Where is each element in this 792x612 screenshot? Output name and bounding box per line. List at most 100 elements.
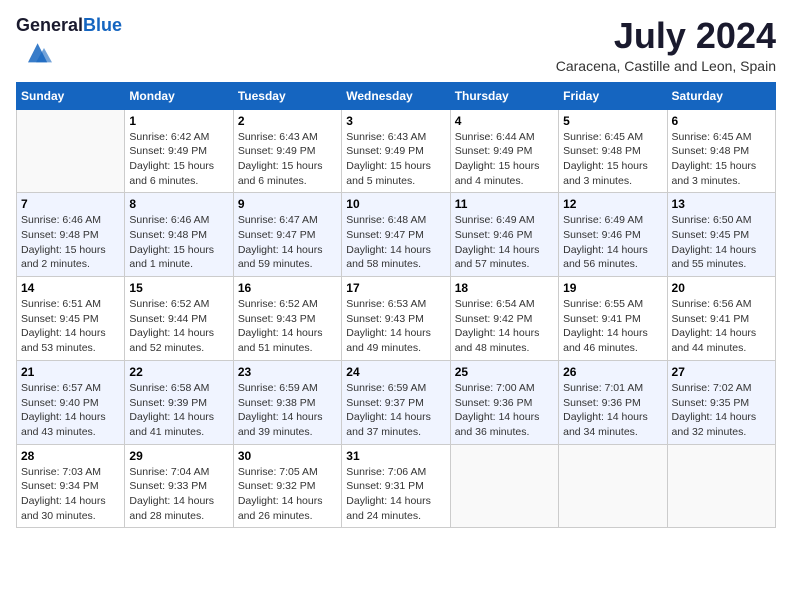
calendar-cell: 3 Sunrise: 6:43 AMSunset: 9:49 PMDaylight…	[342, 109, 450, 193]
weekday-friday: Friday	[559, 82, 667, 109]
logo-icon	[20, 36, 52, 68]
day-info: Sunrise: 6:48 AMSunset: 9:47 PMDaylight:…	[346, 213, 445, 272]
day-info: Sunrise: 6:46 AMSunset: 9:48 PMDaylight:…	[21, 213, 120, 272]
calendar-cell	[450, 444, 558, 528]
day-info: Sunrise: 7:03 AMSunset: 9:34 PMDaylight:…	[21, 465, 120, 524]
day-number: 12	[563, 197, 662, 211]
calendar-cell: 14 Sunrise: 6:51 AMSunset: 9:45 PMDayligh…	[17, 277, 125, 361]
day-number: 23	[238, 365, 337, 379]
day-info: Sunrise: 6:52 AMSunset: 9:44 PMDaylight:…	[129, 297, 228, 356]
calendar-cell: 31 Sunrise: 7:06 AMSunset: 9:31 PMDayligh…	[342, 444, 450, 528]
week-row-2: 7 Sunrise: 6:46 AMSunset: 9:48 PMDaylight…	[17, 193, 776, 277]
day-number: 19	[563, 281, 662, 295]
calendar-cell: 2 Sunrise: 6:43 AMSunset: 9:49 PMDaylight…	[233, 109, 341, 193]
day-info: Sunrise: 6:42 AMSunset: 9:49 PMDaylight:…	[129, 130, 228, 189]
day-number: 26	[563, 365, 662, 379]
day-number: 28	[21, 449, 120, 463]
day-info: Sunrise: 7:02 AMSunset: 9:35 PMDaylight:…	[672, 381, 771, 440]
calendar-cell: 29Sunrise: 7:04 AMSunset: 9:33 PMDayligh…	[125, 444, 233, 528]
day-number: 15	[129, 281, 228, 295]
day-info: Sunrise: 7:05 AMSunset: 9:32 PMDaylight:…	[238, 465, 337, 524]
day-info: Sunrise: 6:44 AMSunset: 9:49 PMDaylight:…	[455, 130, 554, 189]
day-number: 7	[21, 197, 120, 211]
calendar-cell: 7 Sunrise: 6:46 AMSunset: 9:48 PMDaylight…	[17, 193, 125, 277]
day-info: Sunrise: 6:43 AMSunset: 9:49 PMDaylight:…	[346, 130, 445, 189]
calendar-cell: 1 Sunrise: 6:42 AMSunset: 9:49 PMDaylight…	[125, 109, 233, 193]
day-info: Sunrise: 7:06 AMSunset: 9:31 PMDaylight:…	[346, 465, 445, 524]
week-row-4: 21 Sunrise: 6:57 AMSunset: 9:40 PMDayligh…	[17, 360, 776, 444]
day-info: Sunrise: 6:46 AMSunset: 9:48 PMDaylight:…	[129, 213, 228, 272]
day-number: 20	[672, 281, 771, 295]
day-info: Sunrise: 6:57 AMSunset: 9:40 PMDaylight:…	[21, 381, 120, 440]
day-info: Sunrise: 6:52 AMSunset: 9:43 PMDaylight:…	[238, 297, 337, 356]
calendar-cell: 24Sunrise: 6:59 AMSunset: 9:37 PMDayligh…	[342, 360, 450, 444]
day-number: 17	[346, 281, 445, 295]
calendar-cell: 8 Sunrise: 6:46 AMSunset: 9:48 PMDaylight…	[125, 193, 233, 277]
weekday-sunday: Sunday	[17, 82, 125, 109]
day-number: 8	[129, 197, 228, 211]
calendar-cell: 26 Sunrise: 7:01 AMSunset: 9:36 PMDayligh…	[559, 360, 667, 444]
day-info: Sunrise: 6:50 AMSunset: 9:45 PMDaylight:…	[672, 213, 771, 272]
day-info: Sunrise: 6:58 AMSunset: 9:39 PMDaylight:…	[129, 381, 228, 440]
day-info: Sunrise: 6:55 AMSunset: 9:41 PMDaylight:…	[563, 297, 662, 356]
weekday-header-row: SundayMondayTuesdayWednesdayThursdayFrid…	[17, 82, 776, 109]
logo: GeneralBlue	[16, 16, 122, 73]
day-info: Sunrise: 6:51 AMSunset: 9:45 PMDaylight:…	[21, 297, 120, 356]
day-info: Sunrise: 6:54 AMSunset: 9:42 PMDaylight:…	[455, 297, 554, 356]
calendar-cell: 10Sunrise: 6:48 AMSunset: 9:47 PMDayligh…	[342, 193, 450, 277]
day-number: 14	[21, 281, 120, 295]
calendar-cell: 27Sunrise: 7:02 AMSunset: 9:35 PMDayligh…	[667, 360, 775, 444]
weekday-wednesday: Wednesday	[342, 82, 450, 109]
weekday-tuesday: Tuesday	[233, 82, 341, 109]
calendar-cell: 23 Sunrise: 6:59 AMSunset: 9:38 PMDayligh…	[233, 360, 341, 444]
logo-general: General	[16, 15, 83, 35]
calendar-cell: 21 Sunrise: 6:57 AMSunset: 9:40 PMDayligh…	[17, 360, 125, 444]
day-number: 3	[346, 114, 445, 128]
weekday-saturday: Saturday	[667, 82, 775, 109]
week-row-3: 14 Sunrise: 6:51 AMSunset: 9:45 PMDayligh…	[17, 277, 776, 361]
calendar-cell: 19 Sunrise: 6:55 AMSunset: 9:41 PMDayligh…	[559, 277, 667, 361]
day-info: Sunrise: 6:45 AMSunset: 9:48 PMDaylight:…	[563, 130, 662, 189]
calendar-cell: 20 Sunrise: 6:56 AMSunset: 9:41 PMDayligh…	[667, 277, 775, 361]
location: Caracena, Castille and Leon, Spain	[556, 58, 776, 74]
day-info: Sunrise: 6:43 AMSunset: 9:49 PMDaylight:…	[238, 130, 337, 189]
day-number: 9	[238, 197, 337, 211]
day-number: 1	[129, 114, 228, 128]
day-number: 11	[455, 197, 554, 211]
day-info: Sunrise: 6:49 AMSunset: 9:46 PMDaylight:…	[455, 213, 554, 272]
day-number: 31	[346, 449, 445, 463]
logo-blue: Blue	[83, 15, 122, 35]
week-row-5: 28 Sunrise: 7:03 AMSunset: 9:34 PMDayligh…	[17, 444, 776, 528]
calendar-cell: 11 Sunrise: 6:49 AMSunset: 9:46 PMDayligh…	[450, 193, 558, 277]
day-info: Sunrise: 6:53 AMSunset: 9:43 PMDaylight:…	[346, 297, 445, 356]
day-number: 16	[238, 281, 337, 295]
day-info: Sunrise: 7:01 AMSunset: 9:36 PMDaylight:…	[563, 381, 662, 440]
weekday-thursday: Thursday	[450, 82, 558, 109]
week-row-1: 1 Sunrise: 6:42 AMSunset: 9:49 PMDaylight…	[17, 109, 776, 193]
calendar-cell: 13Sunrise: 6:50 AMSunset: 9:45 PMDayligh…	[667, 193, 775, 277]
day-info: Sunrise: 6:59 AMSunset: 9:38 PMDaylight:…	[238, 381, 337, 440]
day-number: 21	[21, 365, 120, 379]
day-info: Sunrise: 6:59 AMSunset: 9:37 PMDaylight:…	[346, 381, 445, 440]
calendar-cell: 15 Sunrise: 6:52 AMSunset: 9:44 PMDayligh…	[125, 277, 233, 361]
calendar-cell: 16 Sunrise: 6:52 AMSunset: 9:43 PMDayligh…	[233, 277, 341, 361]
day-number: 22	[129, 365, 228, 379]
day-number: 29	[129, 449, 228, 463]
day-info: Sunrise: 6:56 AMSunset: 9:41 PMDaylight:…	[672, 297, 771, 356]
day-info: Sunrise: 7:00 AMSunset: 9:36 PMDaylight:…	[455, 381, 554, 440]
day-number: 25	[455, 365, 554, 379]
day-info: Sunrise: 6:45 AMSunset: 9:48 PMDaylight:…	[672, 130, 771, 189]
calendar-cell	[559, 444, 667, 528]
calendar-cell: 4Sunrise: 6:44 AMSunset: 9:49 PMDaylight…	[450, 109, 558, 193]
day-number: 6	[672, 114, 771, 128]
calendar-cell	[17, 109, 125, 193]
weekday-monday: Monday	[125, 82, 233, 109]
day-number: 18	[455, 281, 554, 295]
calendar-cell: 6 Sunrise: 6:45 AMSunset: 9:48 PMDaylight…	[667, 109, 775, 193]
day-number: 2	[238, 114, 337, 128]
calendar-table: SundayMondayTuesdayWednesdayThursdayFrid…	[16, 82, 776, 529]
month-title: July 2024	[556, 16, 776, 56]
page-header: GeneralBlue July 2024 Caracena, Castille…	[16, 16, 776, 74]
calendar-cell: 18 Sunrise: 6:54 AMSunset: 9:42 PMDayligh…	[450, 277, 558, 361]
day-number: 30	[238, 449, 337, 463]
